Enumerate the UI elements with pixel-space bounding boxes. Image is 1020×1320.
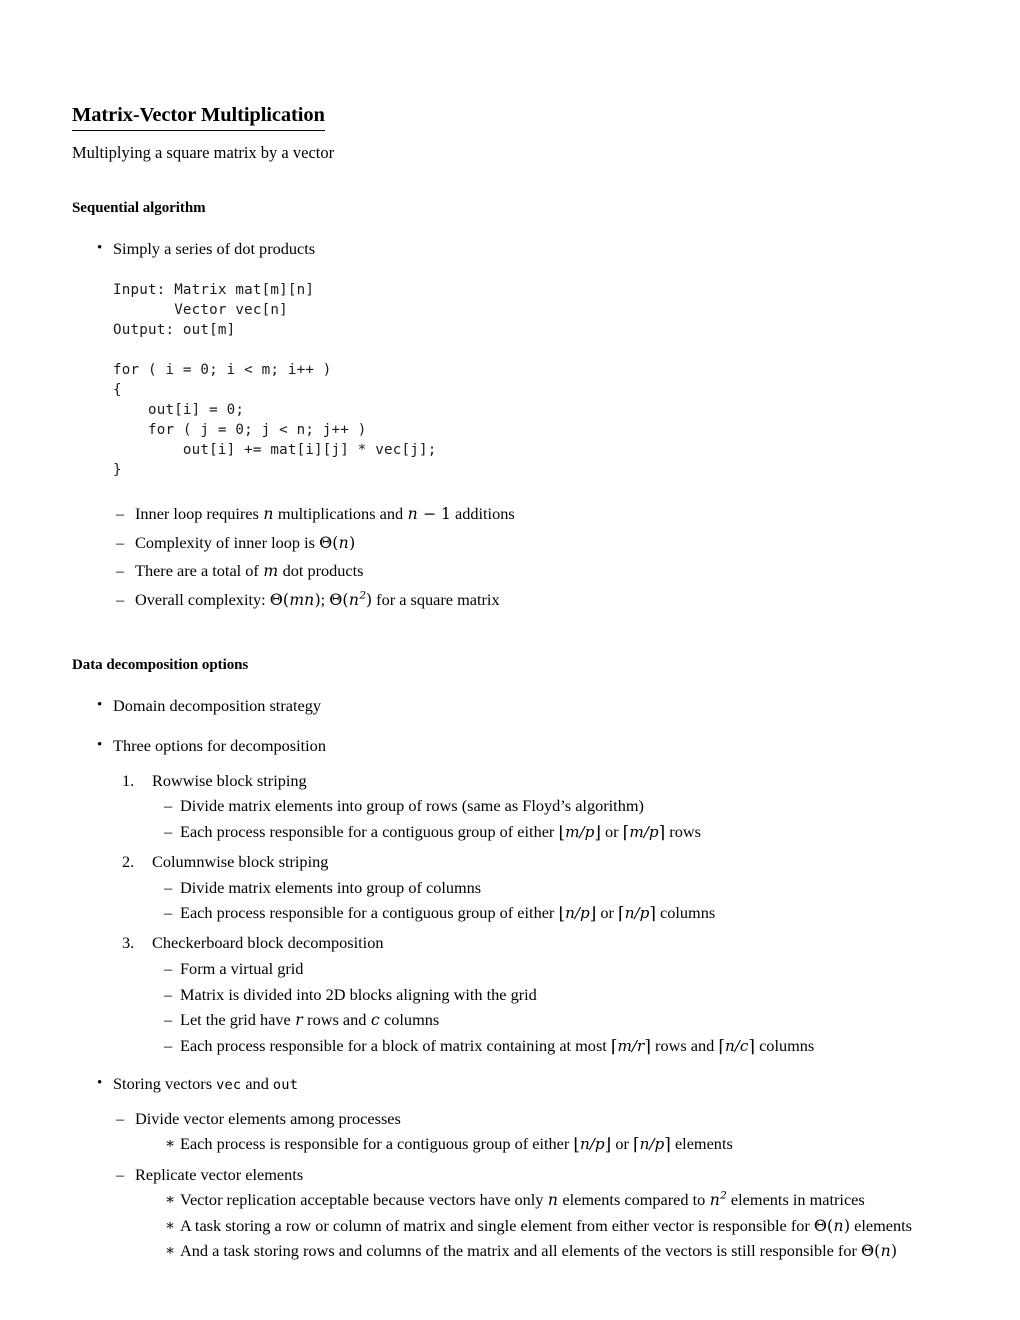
- list-item-label: Divide matrix elements into group of row…: [180, 796, 644, 816]
- list-item: – Each process responsible for a contigu…: [72, 822, 948, 844]
- list-item-label: Checkerboard block decomposition: [152, 933, 384, 953]
- list-item: – Overall complexity: Θ(mn); Θ(n2) for a…: [72, 590, 948, 611]
- list-item: – Replicate vector elements: [72, 1165, 948, 1186]
- asterisk-icon: ∗: [165, 1217, 176, 1234]
- dash-icon: –: [116, 1164, 125, 1184]
- list-item-label: Three options for decomposition: [113, 735, 326, 755]
- code-block: Input: Matrix mat[m][n] Vector vec[n] Ou…: [113, 281, 437, 478]
- dash-icon: –: [116, 1108, 125, 1128]
- dash-icon: –: [164, 821, 173, 841]
- dash-icon: –: [116, 589, 125, 609]
- numbered-list-item: 2. Columnwise block striping: [72, 852, 948, 873]
- list-item-label: Vector replication acceptable because ve…: [180, 1189, 865, 1210]
- list-item-label: Divide vector elements among processes: [135, 1108, 401, 1128]
- list-item: – Each process responsible for a block o…: [72, 1036, 948, 1058]
- list-item: – Divide matrix elements into group of c…: [72, 878, 948, 899]
- document-page: Matrix-Vector Multiplication Multiplying…: [0, 0, 1020, 1320]
- list-item-label: Complexity of inner loop is Θ(n): [135, 532, 356, 552]
- list-item-label: Form a virtual grid: [180, 959, 304, 978]
- list-item-label: There are a total of m dot products: [135, 561, 364, 581]
- asterisk-icon: ∗: [165, 1192, 176, 1209]
- asterisk-icon: ∗: [165, 1136, 176, 1153]
- list-item-label: Rowwise block striping: [152, 770, 307, 790]
- list-item-label: Let the grid have r rows and c columns: [180, 1010, 440, 1030]
- list-item: – Inner loop requires n multiplications …: [72, 504, 948, 525]
- dash-icon: –: [164, 1035, 173, 1055]
- list-item: • Simply a series of dot products: [72, 239, 948, 260]
- list-item-label: Each process responsible for a contiguou…: [180, 903, 716, 925]
- dash-icon: –: [164, 796, 173, 816]
- dash-icon: –: [116, 532, 125, 552]
- dash-icon: –: [164, 1010, 173, 1030]
- asterisk-icon: ∗: [165, 1243, 176, 1260]
- list-item: – There are a total of m dot products: [72, 561, 948, 582]
- section-heading-data-decomposition-options: Data decomposition options: [72, 657, 249, 674]
- bullet-icon: •: [97, 736, 103, 753]
- list-item: – Divide vector elements among processes: [72, 1109, 948, 1130]
- list-item: – Divide matrix elements into group of r…: [72, 796, 948, 817]
- list-item-label: Domain decomposition strategy: [113, 696, 321, 716]
- page-title: Matrix-Vector Multiplication: [72, 104, 325, 131]
- list-item: – Let the grid have r rows and c columns: [72, 1010, 948, 1031]
- dash-icon: –: [116, 561, 125, 581]
- dash-icon: –: [164, 984, 173, 1004]
- list-item: • Three options for decomposition: [72, 736, 948, 757]
- bullet-icon: •: [97, 697, 103, 714]
- list-item: – Complexity of inner loop is Θ(n): [72, 533, 948, 554]
- title-wrap: Matrix-Vector Multiplication: [72, 104, 948, 131]
- section-heading-sequential-algorithm: Sequential algorithm: [72, 200, 206, 217]
- list-item-label: Matrix is divided into 2D blocks alignin…: [180, 984, 537, 1004]
- list-item-label: Simply a series of dot products: [113, 239, 316, 259]
- list-item-label: Each process responsible for a block of …: [180, 1035, 815, 1057]
- document-content: Matrix-Vector Multiplication Multiplying…: [72, 104, 948, 1262]
- list-item: – Form a virtual grid: [72, 959, 948, 980]
- list-number: 2.: [122, 851, 135, 871]
- list-item-label: Each process is responsible for a contig…: [180, 1134, 733, 1156]
- list-item: – Each process responsible for a contigu…: [72, 903, 948, 925]
- page-subtitle: Multiplying a square matrix by a vector: [72, 142, 335, 162]
- bullet-icon: •: [97, 1075, 103, 1092]
- list-item: ∗ A task storing a row or column of matr…: [72, 1216, 948, 1237]
- list-item: – Matrix is divided into 2D blocks align…: [72, 985, 948, 1006]
- list-number: 1.: [122, 770, 135, 790]
- list-item: • Storing vectors vec and out: [72, 1074, 948, 1095]
- list-number: 3.: [122, 933, 135, 953]
- inline-code-out: out: [272, 1077, 299, 1094]
- numbered-list-item: 1. Rowwise block striping: [72, 771, 948, 792]
- list-item: • Domain decomposition strategy: [72, 696, 948, 717]
- list-item-label: And a task storing rows and columns of t…: [180, 1241, 898, 1261]
- dash-icon: –: [164, 903, 173, 923]
- list-item: ∗ Each process is responsible for a cont…: [72, 1134, 948, 1156]
- dash-icon: –: [164, 959, 173, 978]
- list-item-label: Overall complexity: Θ(mn); Θ(n2) for a s…: [135, 589, 500, 609]
- list-item: ∗ Vector replication acceptable because …: [72, 1190, 948, 1211]
- list-item-label: Inner loop requires n multiplications an…: [135, 503, 515, 523]
- list-item-label: Each process responsible for a contiguou…: [180, 821, 701, 843]
- list-item-label: Storing vectors vec and out: [113, 1074, 299, 1094]
- dash-icon: –: [164, 877, 173, 897]
- bullet-icon: •: [97, 240, 103, 257]
- dash-icon: –: [116, 503, 125, 523]
- list-item-label: Divide matrix elements into group of col…: [180, 877, 482, 897]
- list-item-label: Columnwise block striping: [152, 851, 329, 871]
- list-item: ∗ And a task storing rows and columns of…: [72, 1241, 948, 1262]
- numbered-list-item: 3. Checkerboard block decomposition: [72, 933, 948, 954]
- list-item-label: A task storing a row or column of matrix…: [180, 1215, 912, 1235]
- inline-code-vec: vec: [216, 1077, 242, 1094]
- list-item-label: Replicate vector elements: [135, 1164, 304, 1184]
